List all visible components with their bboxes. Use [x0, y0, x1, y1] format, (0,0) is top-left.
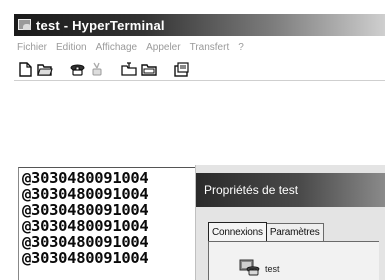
hyperterminal-window: test - HyperTerminal Fichier Edition Aff…	[14, 14, 385, 280]
menu-appeler[interactable]: Appeler	[146, 42, 180, 53]
terminal-area[interactable]	[14, 81, 385, 167]
terminal-line: @3030480091004	[22, 217, 149, 235]
open-folder-icon[interactable]	[36, 61, 54, 77]
terminal-line: @3030480091004	[22, 233, 149, 251]
receive-icon[interactable]	[140, 61, 158, 77]
menu-fichier[interactable]: Fichier	[17, 42, 47, 53]
properties-dialog: Propriétés de test Connexions Paramètres…	[195, 165, 385, 280]
dialog-title-bar[interactable]: Propriétés de test	[196, 173, 385, 207]
menu-transfert[interactable]: Transfert	[190, 42, 230, 53]
terminal-line: @3030480091004	[22, 201, 149, 219]
dialog-tabs: Connexions Paramètres	[208, 221, 324, 241]
tab-parametres[interactable]: Paramètres	[266, 223, 324, 241]
terminal-output[interactable]: @3030480091004 @3030480091004 @303048009…	[18, 167, 207, 280]
connection-name: test	[265, 264, 280, 274]
dialog-title: Propriétés de test	[204, 183, 299, 197]
tab-panel-connexions: test	[208, 241, 379, 280]
connection-icon	[239, 258, 261, 276]
tab-connexions[interactable]: Connexions	[208, 222, 267, 241]
menu-help[interactable]: ?	[238, 42, 244, 53]
window-title: test - HyperTerminal	[36, 17, 165, 33]
toolbar	[14, 58, 385, 80]
terminal-line: @3030480091004	[22, 249, 149, 267]
terminal-line: @3030480091004	[22, 185, 149, 203]
title-bar[interactable]: test - HyperTerminal	[14, 14, 385, 36]
call-icon[interactable]	[68, 61, 86, 77]
properties-icon[interactable]	[172, 61, 190, 77]
send-icon[interactable]	[120, 61, 138, 77]
disconnect-icon[interactable]	[88, 61, 106, 77]
menu-bar: Fichier Edition Affichage Appeler Transf…	[14, 38, 385, 56]
hyperterminal-icon	[18, 18, 32, 32]
menu-edition[interactable]: Edition	[56, 42, 87, 53]
new-file-icon[interactable]	[16, 61, 34, 77]
menu-affichage[interactable]: Affichage	[96, 42, 138, 53]
terminal-line: @3030480091004	[22, 169, 149, 187]
